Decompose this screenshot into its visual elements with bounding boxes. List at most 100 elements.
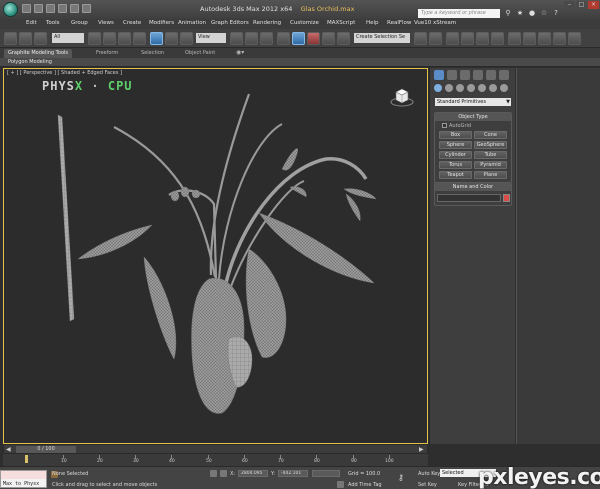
select-and-scale-icon[interactable] — [180, 32, 193, 45]
tab-graphite-modeling-tools[interactable]: Graphite Modeling Tools — [4, 49, 73, 58]
time-slider-right-icon[interactable]: ▶ — [419, 446, 424, 453]
y-coordinate-field[interactable]: -442.101 — [278, 470, 308, 477]
snaps-toggle-icon[interactable] — [277, 32, 290, 45]
auto-key-button[interactable]: Auto Key — [418, 471, 440, 477]
menu-modifiers[interactable]: Modifiers — [149, 20, 174, 26]
named-selection-dropdown[interactable]: Create Selection Se — [354, 33, 410, 43]
absolute-mode-icon[interactable] — [220, 470, 227, 477]
helpers-icon[interactable] — [478, 84, 486, 92]
percent-snap-icon[interactable] — [307, 32, 320, 45]
glass-orchid-model[interactable] — [4, 69, 428, 444]
search-icon[interactable]: ⚲ — [503, 8, 513, 18]
ribbon-options-icon[interactable]: ◉▾ — [232, 49, 248, 58]
graphite-toggle-icon[interactable] — [461, 32, 474, 45]
open-file-icon[interactable] — [34, 4, 43, 13]
tab-object-paint[interactable]: Object Paint — [181, 49, 219, 58]
layer-manager-icon[interactable] — [446, 32, 459, 45]
lock-selection-icon[interactable] — [210, 470, 217, 477]
object-name-field[interactable] — [437, 194, 501, 202]
display-tab-icon[interactable] — [486, 70, 496, 80]
lights-icon[interactable] — [456, 84, 464, 92]
help-icon[interactable]: ? — [551, 8, 561, 18]
systems-icon[interactable] — [500, 84, 508, 92]
unlink-icon[interactable] — [34, 32, 47, 45]
subscription-icon[interactable]: ★ — [515, 8, 525, 18]
shapes-icon[interactable] — [445, 84, 453, 92]
name-and-color-title[interactable]: Name and Color — [435, 183, 511, 191]
maximize-button[interactable]: □ — [576, 1, 587, 9]
set-key-button[interactable]: Set Key — [418, 482, 437, 488]
spinner-snap-icon[interactable] — [322, 32, 335, 45]
polygon-modeling-label[interactable]: Polygon Modeling — [8, 59, 52, 65]
render-setup-icon[interactable] — [523, 32, 536, 45]
utilities-tab-icon[interactable] — [499, 70, 509, 80]
hierarchy-tab-icon[interactable] — [460, 70, 470, 80]
material-editor-icon[interactable] — [508, 32, 521, 45]
select-manipulate-icon[interactable] — [245, 32, 258, 45]
redo-icon[interactable] — [70, 4, 79, 13]
object-type-title[interactable]: Object Type — [435, 113, 511, 121]
curve-editor-icon[interactable] — [476, 32, 489, 45]
menu-animation[interactable]: Animation — [178, 20, 206, 26]
menu-realflow[interactable]: RealFlow — [387, 20, 411, 26]
maxscript-output[interactable] — [1, 471, 46, 479]
menu-vue-xstream[interactable]: Vue10 xStream — [414, 20, 456, 26]
menu-help[interactable]: Help — [366, 20, 379, 26]
menu-group[interactable]: Group — [71, 20, 88, 26]
primitive-type-dropdown[interactable]: Standard Primitives ▼ — [435, 98, 511, 106]
teapot-render-icon[interactable] — [568, 32, 581, 45]
communication-icon[interactable]: ● — [527, 8, 537, 18]
menu-tools[interactable]: Tools — [46, 20, 60, 26]
select-object-icon[interactable] — [88, 32, 101, 45]
close-button[interactable]: × — [588, 1, 599, 9]
sphere-button[interactable]: Sphere — [439, 141, 472, 149]
rendered-frame-icon[interactable] — [538, 32, 551, 45]
space-warps-icon[interactable] — [489, 84, 497, 92]
time-slider-thumb[interactable]: 0 / 100 — [16, 446, 76, 453]
cameras-icon[interactable] — [467, 84, 475, 92]
undo-icon[interactable] — [58, 4, 67, 13]
torus-button[interactable]: Torus — [439, 161, 472, 169]
track-bar[interactable]: 10 20 30 40 50 60 70 80 90 100 — [3, 454, 428, 466]
autogrid-checkbox[interactable] — [442, 123, 447, 128]
tab-freeform[interactable]: Freeform — [92, 49, 122, 58]
menu-create[interactable]: Create — [123, 20, 141, 26]
modify-tab-icon[interactable] — [447, 70, 457, 80]
mirror-icon[interactable] — [414, 32, 427, 45]
reference-coordinate-dropdown[interactable]: View — [196, 33, 226, 43]
select-and-move-icon[interactable] — [150, 32, 163, 45]
favorites-icon[interactable]: ☆ — [539, 8, 549, 18]
project-folder-icon[interactable] — [82, 4, 91, 13]
z-coordinate-field[interactable] — [312, 470, 340, 477]
x-coordinate-field[interactable]: 2804.095 — [238, 470, 268, 477]
edit-named-selection-icon[interactable] — [337, 32, 350, 45]
align-icon[interactable] — [429, 32, 442, 45]
select-link-icon[interactable] — [19, 32, 32, 45]
menu-rendering[interactable]: Rendering — [253, 20, 281, 26]
geosphere-button[interactable]: GeoSphere — [474, 141, 507, 149]
menu-graph-editors[interactable]: Graph Editors — [211, 20, 249, 26]
perspective-viewport[interactable]: [ + ] [ Perspective ] [ Shaded + Edged F… — [3, 68, 428, 444]
minimize-button[interactable]: – — [564, 1, 575, 9]
key-icon[interactable]: ⚷ — [398, 473, 404, 482]
tab-selection[interactable]: Selection — [137, 49, 168, 58]
menu-customize[interactable]: Customize — [290, 20, 319, 26]
schematic-view-icon[interactable] — [491, 32, 504, 45]
time-tag-icon[interactable] — [337, 481, 344, 488]
new-file-icon[interactable] — [22, 4, 31, 13]
window-crossing-icon[interactable] — [133, 32, 146, 45]
render-production-icon[interactable] — [553, 32, 566, 45]
keyboard-shortcut-icon[interactable] — [260, 32, 273, 45]
cylinder-button[interactable]: Cylinder — [439, 151, 472, 159]
save-file-icon[interactable] — [46, 4, 55, 13]
help-search-input[interactable]: Type a keyword or phrase — [418, 9, 500, 18]
autogrid-option[interactable]: AutoGrid — [435, 121, 511, 129]
selection-filter-dropdown[interactable]: All — [52, 33, 84, 43]
add-time-tag[interactable]: Add Time Tag — [348, 482, 382, 488]
create-tab-icon[interactable] — [434, 70, 444, 80]
undo-toolbar-icon[interactable] — [4, 32, 17, 45]
menu-maxscript[interactable]: MAXScript — [327, 20, 355, 26]
rectangular-selection-icon[interactable] — [118, 32, 131, 45]
teapot-button[interactable]: Teapot — [439, 171, 472, 179]
select-and-rotate-icon[interactable] — [165, 32, 178, 45]
